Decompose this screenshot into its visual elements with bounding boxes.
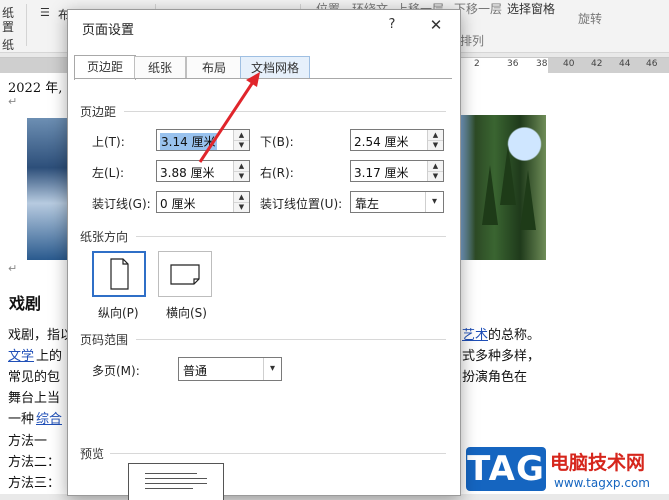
top-margin-value[interactable]: 3.14 厘米 xyxy=(160,133,217,150)
spin-down-icon[interactable]: ▼ xyxy=(234,171,249,181)
bottom-margin-label: 下(B): xyxy=(260,135,294,149)
spin-down-icon[interactable]: ▼ xyxy=(234,140,249,150)
tag-watermark-logo: TAG 电脑技术网 www.tagxp.com xyxy=(462,445,669,494)
section-preview: 预览 xyxy=(80,447,105,461)
gutter-position-value: 靠左 xyxy=(355,197,380,211)
landscape-page-icon xyxy=(170,264,200,285)
right-margin-label: 右(R): xyxy=(260,166,294,180)
tab-margins[interactable]: 页边距 xyxy=(74,55,136,80)
left-margin-value[interactable]: 3.88 厘米 xyxy=(160,164,215,181)
doc-link[interactable]: 综合 xyxy=(36,408,62,427)
ribbon-group-arrange: 排列 xyxy=(460,34,485,48)
paragraph-mark: ↵ xyxy=(8,95,18,108)
spin-down-icon[interactable]: ▼ xyxy=(428,171,443,181)
help-icon[interactable]: ? xyxy=(384,17,400,32)
ruler-number: 38 xyxy=(536,59,548,69)
section-margins: 页边距 xyxy=(80,105,117,119)
tab-document-grid[interactable]: 文档网格 xyxy=(240,56,310,79)
logo-url: www.tagxp.com xyxy=(554,476,650,490)
portrait-label[interactable]: 纵向(P) xyxy=(98,304,139,321)
doc-text: 式多种多样， xyxy=(462,349,541,364)
logo-title: 电脑技术网 xyxy=(550,452,646,474)
section-pages: 页码范围 xyxy=(80,333,129,347)
doc-text: 舞台上当 xyxy=(8,391,61,406)
gutter-value[interactable]: 0 厘米 xyxy=(160,195,195,212)
logo-badge: TAG xyxy=(466,447,546,491)
multiple-pages-label: 多页(M): xyxy=(92,364,140,378)
margins-panel: 页边距 上(T): 3.14 厘米 ▲ ▼ 下(B): 2.54 厘米 ▲ ▼ 左(… xyxy=(74,78,452,500)
tab-paper[interactable]: 纸张 xyxy=(134,56,186,79)
dialog-title: 页面设置 xyxy=(82,23,135,38)
spin-down-icon[interactable]: ▼ xyxy=(234,202,249,212)
ruler-number: 44 xyxy=(619,59,631,69)
doc-text: 常见的包 xyxy=(8,370,61,385)
gutter-position-label: 装订线位置(U): xyxy=(260,197,343,211)
left-margin-label: 左(L): xyxy=(92,166,125,180)
doc-text: 方法一 xyxy=(8,434,48,449)
page-setup-dialog: 页面设置 ? ✕ 页边距 纸张 布局 文档网格 页边距 上(T): 3.14 厘… xyxy=(67,9,461,500)
top-margin-label: 上(T): xyxy=(92,135,125,149)
top-margin-spinner[interactable]: 3.14 厘米 ▲ ▼ xyxy=(156,129,250,151)
doc-text: 戏剧，指以 xyxy=(8,328,74,343)
tab-layout[interactable]: 布局 xyxy=(186,56,242,79)
landscape-option[interactable] xyxy=(158,251,212,297)
ribbon-item-send-backward[interactable]: 下移一层 xyxy=(454,0,502,17)
ruler-number: 46 xyxy=(646,59,658,69)
right-margin-value[interactable]: 3.17 厘米 xyxy=(354,164,409,181)
right-margin-spinner[interactable]: 3.17 厘米 ▲ ▼ xyxy=(350,160,444,182)
ribbon-item-rotate[interactable]: 旋转 xyxy=(578,10,602,27)
multiple-pages-value: 普通 xyxy=(183,364,208,378)
gutter-spinner[interactable]: 0 厘米 ▲ ▼ xyxy=(156,191,250,213)
chevron-down-icon[interactable]: ▾ xyxy=(425,192,443,212)
ruler-number: 2 xyxy=(474,59,480,69)
doc-text: 方法二： xyxy=(8,455,61,470)
paragraph-mark: ↵ xyxy=(8,262,18,275)
section-orientation: 纸张方向 xyxy=(80,230,129,244)
gutter-label: 装订线(G): xyxy=(92,197,151,211)
doc-heading: 戏剧 xyxy=(9,294,42,313)
landscape-label[interactable]: 横向(S) xyxy=(166,304,207,321)
portrait-page-icon xyxy=(110,258,129,290)
doc-text: 的总称。 xyxy=(488,328,541,343)
ruler-number: 36 xyxy=(507,59,519,69)
doc-link[interactable]: 艺术 xyxy=(462,324,488,343)
bottom-margin-value[interactable]: 2.54 厘米 xyxy=(354,133,409,150)
doc-text: 上的 xyxy=(36,349,63,364)
ruler-number: 42 xyxy=(591,59,603,69)
doc-link[interactable]: 文学 xyxy=(8,345,34,364)
ribbon-item[interactable]: 纸 xyxy=(2,36,14,53)
doc-text: 一种 xyxy=(8,412,35,427)
multiple-pages-select[interactable]: 普通 ▾ xyxy=(178,357,282,381)
indent-icon[interactable]: ☰ xyxy=(40,6,50,19)
doc-image-lake[interactable] xyxy=(27,118,72,260)
gutter-position-select[interactable]: 靠左 ▾ xyxy=(350,191,444,213)
portrait-option[interactable] xyxy=(92,251,146,297)
doc-image-forest[interactable] xyxy=(460,115,546,260)
ribbon-item-selection-pane[interactable]: 选择窗格 xyxy=(507,0,555,17)
doc-line-date: 2022 年, xyxy=(8,81,63,96)
close-icon[interactable]: ✕ xyxy=(427,16,445,34)
chevron-down-icon[interactable]: ▾ xyxy=(263,358,281,380)
doc-text: 方法三： xyxy=(8,476,61,491)
bottom-margin-spinner[interactable]: 2.54 厘米 ▲ ▼ xyxy=(350,129,444,151)
ruler-number: 40 xyxy=(563,59,575,69)
doc-text: 扮演角色在 xyxy=(462,370,528,385)
left-margin-spinner[interactable]: 3.88 厘米 ▲ ▼ xyxy=(156,160,250,182)
ribbon-item[interactable]: 置 xyxy=(2,18,14,35)
preview-page xyxy=(128,463,224,500)
spin-down-icon[interactable]: ▼ xyxy=(428,140,443,150)
